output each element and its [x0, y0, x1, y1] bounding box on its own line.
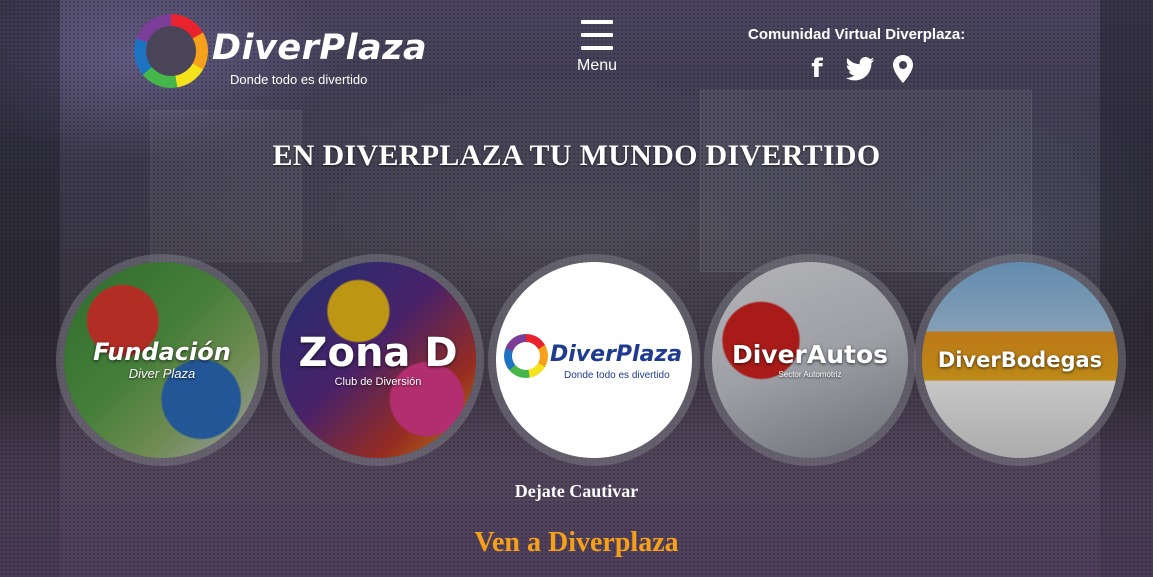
logo-ring-icon	[134, 14, 208, 88]
circle-link-diverautos[interactable]: DiverAutos Sector Automotriz	[712, 262, 908, 458]
hamburger-icon	[581, 20, 613, 24]
background-storefront	[150, 110, 302, 262]
circle-link-diverplaza[interactable]: DiverPlaza Donde todo es divertido	[496, 262, 692, 458]
twitter-icon[interactable]	[844, 54, 876, 84]
circle-title: DiverBodegas	[937, 347, 1103, 372]
circle-subtitle: Donde todo es divertido	[564, 370, 670, 381]
background-storefront	[700, 90, 1032, 272]
map-pin-icon[interactable]	[890, 54, 916, 84]
circle-title: Zona D	[298, 329, 458, 376]
logo-name: DiverPlaza	[212, 28, 428, 68]
circle-subtitle: Club de Diversión	[334, 375, 422, 388]
circle-link-diverbodegas[interactable]: DiverBodegas	[922, 262, 1118, 458]
menu-label: Menu	[576, 57, 618, 74]
circle-link-zona-d[interactable]: Zona D Club de Diversión	[280, 262, 476, 458]
twitter-bird-svg	[845, 57, 875, 81]
subtagline: Dejate Cautivar	[514, 481, 639, 501]
circle-subtitle: Sector Automotriz	[778, 369, 842, 379]
page-headline: EN DIVERPLAZA TU MUNDO DIVERTIDO	[272, 139, 881, 172]
menu-button[interactable]: Menu	[570, 20, 624, 75]
circle-link-fundacion[interactable]: Fundación Diver Plaza	[64, 262, 260, 458]
circle-title: DiverPlaza	[550, 342, 683, 367]
brand-logo[interactable]: DiverPlaza Donde todo es divertido	[134, 14, 427, 92]
hamburger-icon-line	[581, 33, 613, 37]
social-title: Comunidad Virtual Diverplaza:	[748, 26, 966, 43]
cta-link[interactable]: Ven a Diverplaza	[0, 527, 1153, 559]
facebook-icon[interactable]: f	[806, 54, 828, 84]
hamburger-icon-line	[581, 46, 613, 50]
diverplaza-logo-icon	[504, 334, 548, 378]
circle-title: DiverAutos	[731, 339, 889, 369]
map-pin-svg	[893, 55, 913, 83]
logo-tagline: Donde todo es divertido	[230, 72, 368, 87]
circle-subtitle: Diver Plaza	[128, 365, 196, 381]
circle-title: Fundación	[93, 337, 231, 366]
